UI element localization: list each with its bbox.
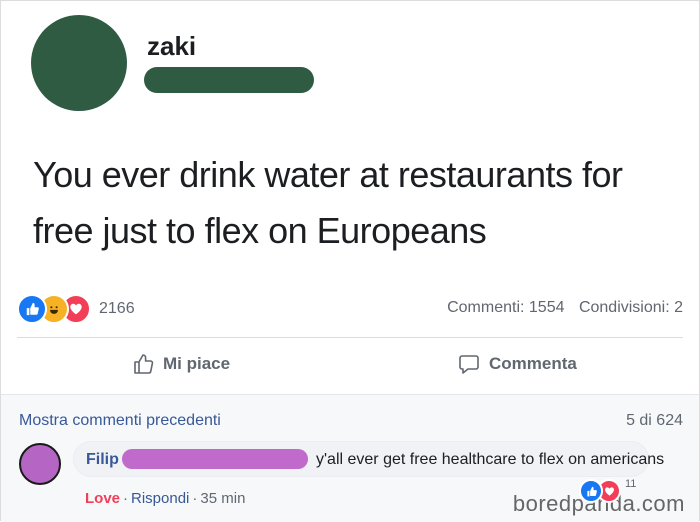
commenter-avatar[interactable]	[19, 443, 61, 485]
like-reaction-icon	[579, 479, 603, 503]
reaction-count: 2166	[99, 300, 135, 317]
like-button-label: Mi piace	[163, 354, 231, 373]
shares-count[interactable]: Condivisioni: 2	[579, 299, 683, 316]
comment-pagination: 5 di 624	[626, 412, 683, 429]
comment-timestamp[interactable]: 35 min	[200, 490, 245, 507]
show-previous-comments-link[interactable]: Mostra commenti precedenti	[19, 412, 221, 430]
comment-button-label: Commenta	[489, 354, 577, 373]
comment-reply-button[interactable]: Rispondi	[131, 490, 189, 507]
commenter-name[interactable]: Filip	[86, 451, 119, 469]
comment-button[interactable]: Commenta	[457, 352, 577, 376]
comment-bubble: Filip y'all ever get free healthcare to …	[73, 441, 664, 477]
post-stats: Commenti: 1554 Condivisioni: 2	[437, 299, 683, 317]
author-avatar[interactable]	[31, 15, 127, 111]
reaction-summary[interactable]: 2166	[17, 294, 135, 324]
redacted-name-bar	[144, 67, 314, 93]
redacted-surname-bar	[122, 449, 308, 469]
comment-actions: Love · Rispondi · 35 min	[85, 490, 246, 507]
comments-count[interactable]: Commenti: 1554	[447, 299, 564, 316]
post-card: zaki You ever drink water at restaurants…	[0, 0, 700, 522]
comment-love-button[interactable]: Love	[85, 490, 120, 507]
comment-bubble-icon	[459, 355, 479, 374]
comments-section: Mostra commenti precedenti 5 di 624 Fili…	[1, 395, 699, 522]
divider	[17, 337, 683, 338]
author-name[interactable]: zaki	[147, 31, 196, 62]
post-text: You ever drink water at restaurants for …	[33, 154, 623, 251]
comment-reaction-count: 11	[625, 478, 637, 490]
like-reaction-icon	[17, 294, 47, 324]
thumbs-up-icon	[134, 354, 154, 374]
like-button[interactable]: Mi piace	[131, 352, 230, 376]
comment-text: y'all ever get free healthcare to flex o…	[316, 451, 665, 468]
